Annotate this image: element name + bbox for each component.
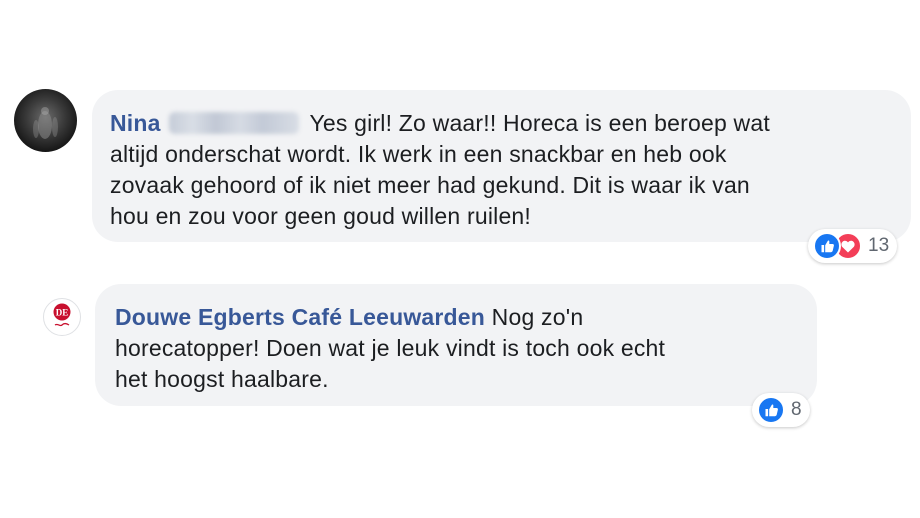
comment-line-2: altijd onderschat wordt. Ik werk in een …	[110, 141, 727, 167]
comment-line-1: Nog zo'n	[491, 304, 584, 330]
avatar-photo	[33, 107, 58, 139]
like-icon	[813, 232, 841, 260]
reaction-count[interactable]: 13	[868, 235, 889, 257]
cafe-logo-icon: DE	[53, 303, 71, 327]
comment-line-3: het hoogst haalbare.	[115, 366, 329, 392]
like-icon	[757, 396, 785, 424]
comment-line-1: Yes girl! Zo waar!! Horeca is een beroep…	[309, 110, 770, 136]
avatar[interactable]	[14, 89, 77, 152]
comment-bubble: Nina Yes girl! Zo waar!! Horeca is een b…	[92, 90, 911, 242]
comment-line-4: hou en zou voor geen goud willen ruilen!	[110, 203, 532, 229]
redacted-surname	[169, 112, 300, 134]
comment-bubble: Douwe Egberts Café Leeuwarden Nog zo'n h…	[95, 284, 817, 406]
author-name[interactable]: Douwe Egberts Café Leeuwarden	[115, 304, 485, 330]
svg-text:DE: DE	[56, 308, 69, 318]
reactions-summary[interactable]: 8	[752, 393, 810, 427]
reactions-summary[interactable]: 13	[808, 229, 898, 263]
comment-text: Douwe Egberts Café Leeuwarden Nog zo'n h…	[115, 302, 795, 395]
author-name[interactable]: Nina	[110, 110, 161, 136]
comment-line-2: horecatopper! Doen wat je leuk vindt is …	[115, 335, 666, 361]
reaction-count[interactable]: 8	[791, 399, 802, 421]
comment-text: Nina Yes girl! Zo waar!! Horeca is een b…	[110, 108, 889, 232]
avatar[interactable]: DE	[43, 298, 81, 336]
comment-line-3: zovaak gehoord of ik niet meer had gekun…	[110, 172, 750, 198]
